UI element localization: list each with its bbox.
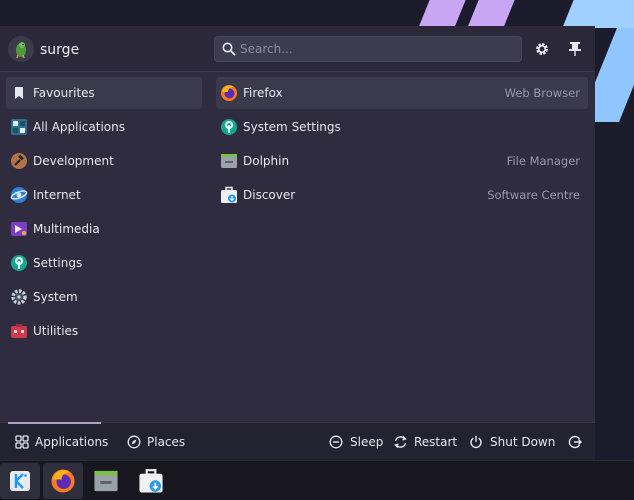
system-gear-icon <box>10 288 28 306</box>
category-settings[interactable]: Settings <box>6 247 202 279</box>
wallpaper-stripe <box>418 0 474 28</box>
category-label: Favourites <box>33 86 95 100</box>
discover-icon <box>220 186 238 204</box>
app-description: File Manager <box>506 154 580 168</box>
application-launcher: surge Search... Favourites All Applicati… <box>0 26 595 460</box>
category-utilities[interactable]: Utilities <box>6 315 202 347</box>
category-system[interactable]: System <box>6 281 202 313</box>
utilities-icon <box>10 322 28 340</box>
user-name: surge <box>40 42 80 58</box>
category-favourites[interactable]: Favourites <box>6 77 202 109</box>
search-icon <box>222 42 236 59</box>
wallpaper-stripe <box>562 0 634 28</box>
power-label: Sleep <box>350 435 384 449</box>
app-discover[interactable]: Discover Software Centre <box>216 179 588 211</box>
category-label: All Applications <box>33 120 125 134</box>
app-system-settings[interactable]: System Settings <box>216 111 588 143</box>
dolphin-folder-icon <box>220 152 238 170</box>
internet-globe-icon <box>10 186 28 204</box>
dolphin-folder-icon <box>94 470 118 492</box>
app-label: Dolphin <box>243 154 290 168</box>
taskbar-firefox[interactable] <box>43 463 83 499</box>
restart-icon <box>392 434 408 450</box>
launcher-header: surge <box>0 26 595 72</box>
configure-button[interactable] <box>533 40 551 58</box>
sleep-button[interactable]: Sleep <box>328 423 383 461</box>
taskbar <box>0 460 634 500</box>
app-label: Firefox <box>243 86 283 100</box>
app-label: Discover <box>243 188 296 202</box>
leave-icon <box>567 434 583 450</box>
category-all-applications[interactable]: All Applications <box>6 111 202 143</box>
app-label: System Settings <box>243 120 341 134</box>
wallpaper-stripe <box>467 0 523 28</box>
all-applications-icon <box>10 118 28 136</box>
category-label: Settings <box>33 256 83 270</box>
pin-button[interactable] <box>566 40 584 58</box>
development-hammer-icon <box>10 152 28 170</box>
category-multimedia[interactable]: Multimedia <box>6 213 202 245</box>
category-label: Utilities <box>33 324 79 338</box>
places-compass-icon <box>126 434 142 450</box>
app-dolphin[interactable]: Dolphin File Manager <box>216 145 588 177</box>
category-internet[interactable]: Internet <box>6 179 202 211</box>
search-input[interactable] <box>240 39 510 59</box>
app-description: Web Browser <box>504 86 580 100</box>
restart-button[interactable]: Restart <box>392 423 457 461</box>
tab-places[interactable]: Places <box>120 423 190 461</box>
leave-button[interactable] <box>567 423 583 461</box>
search-box[interactable] <box>214 36 522 62</box>
shutdown-icon <box>468 434 484 450</box>
power-label: Shut Down <box>490 435 556 449</box>
discover-icon <box>139 469 163 493</box>
tab-label: Applications <box>35 435 109 449</box>
gear-icon <box>536 43 548 55</box>
taskbar-dolphin[interactable] <box>86 463 126 499</box>
category-label: System <box>33 290 78 304</box>
category-label: Multimedia <box>33 222 100 236</box>
launcher-footer: Applications Places Sleep Restart Shut D… <box>0 422 595 460</box>
avatar-icon <box>16 42 26 59</box>
power-label: Restart <box>414 435 458 449</box>
category-development[interactable]: Development <box>6 145 202 177</box>
tab-applications[interactable]: Applications <box>8 422 108 461</box>
app-description: Software Centre <box>487 188 580 202</box>
taskbar-discover[interactable] <box>131 463 171 499</box>
app-firefox[interactable]: Firefox Web Browser <box>216 77 588 109</box>
settings-wrench-icon <box>10 254 28 272</box>
tab-label: Places <box>147 435 186 449</box>
category-label: Internet <box>33 188 81 202</box>
kde-logo-icon <box>10 471 30 491</box>
application-launcher-button[interactable] <box>0 463 40 499</box>
firefox-icon <box>220 84 238 102</box>
applications-grid-icon <box>14 434 30 450</box>
pin-icon <box>569 42 581 56</box>
sleep-icon <box>328 434 344 450</box>
system-settings-icon <box>220 118 238 136</box>
category-label: Development <box>33 154 114 168</box>
user-avatar[interactable] <box>8 36 34 62</box>
multimedia-icon <box>10 220 28 238</box>
shutdown-button[interactable]: Shut Down <box>468 423 555 461</box>
bookmark-icon <box>10 84 28 102</box>
firefox-icon <box>51 469 75 493</box>
